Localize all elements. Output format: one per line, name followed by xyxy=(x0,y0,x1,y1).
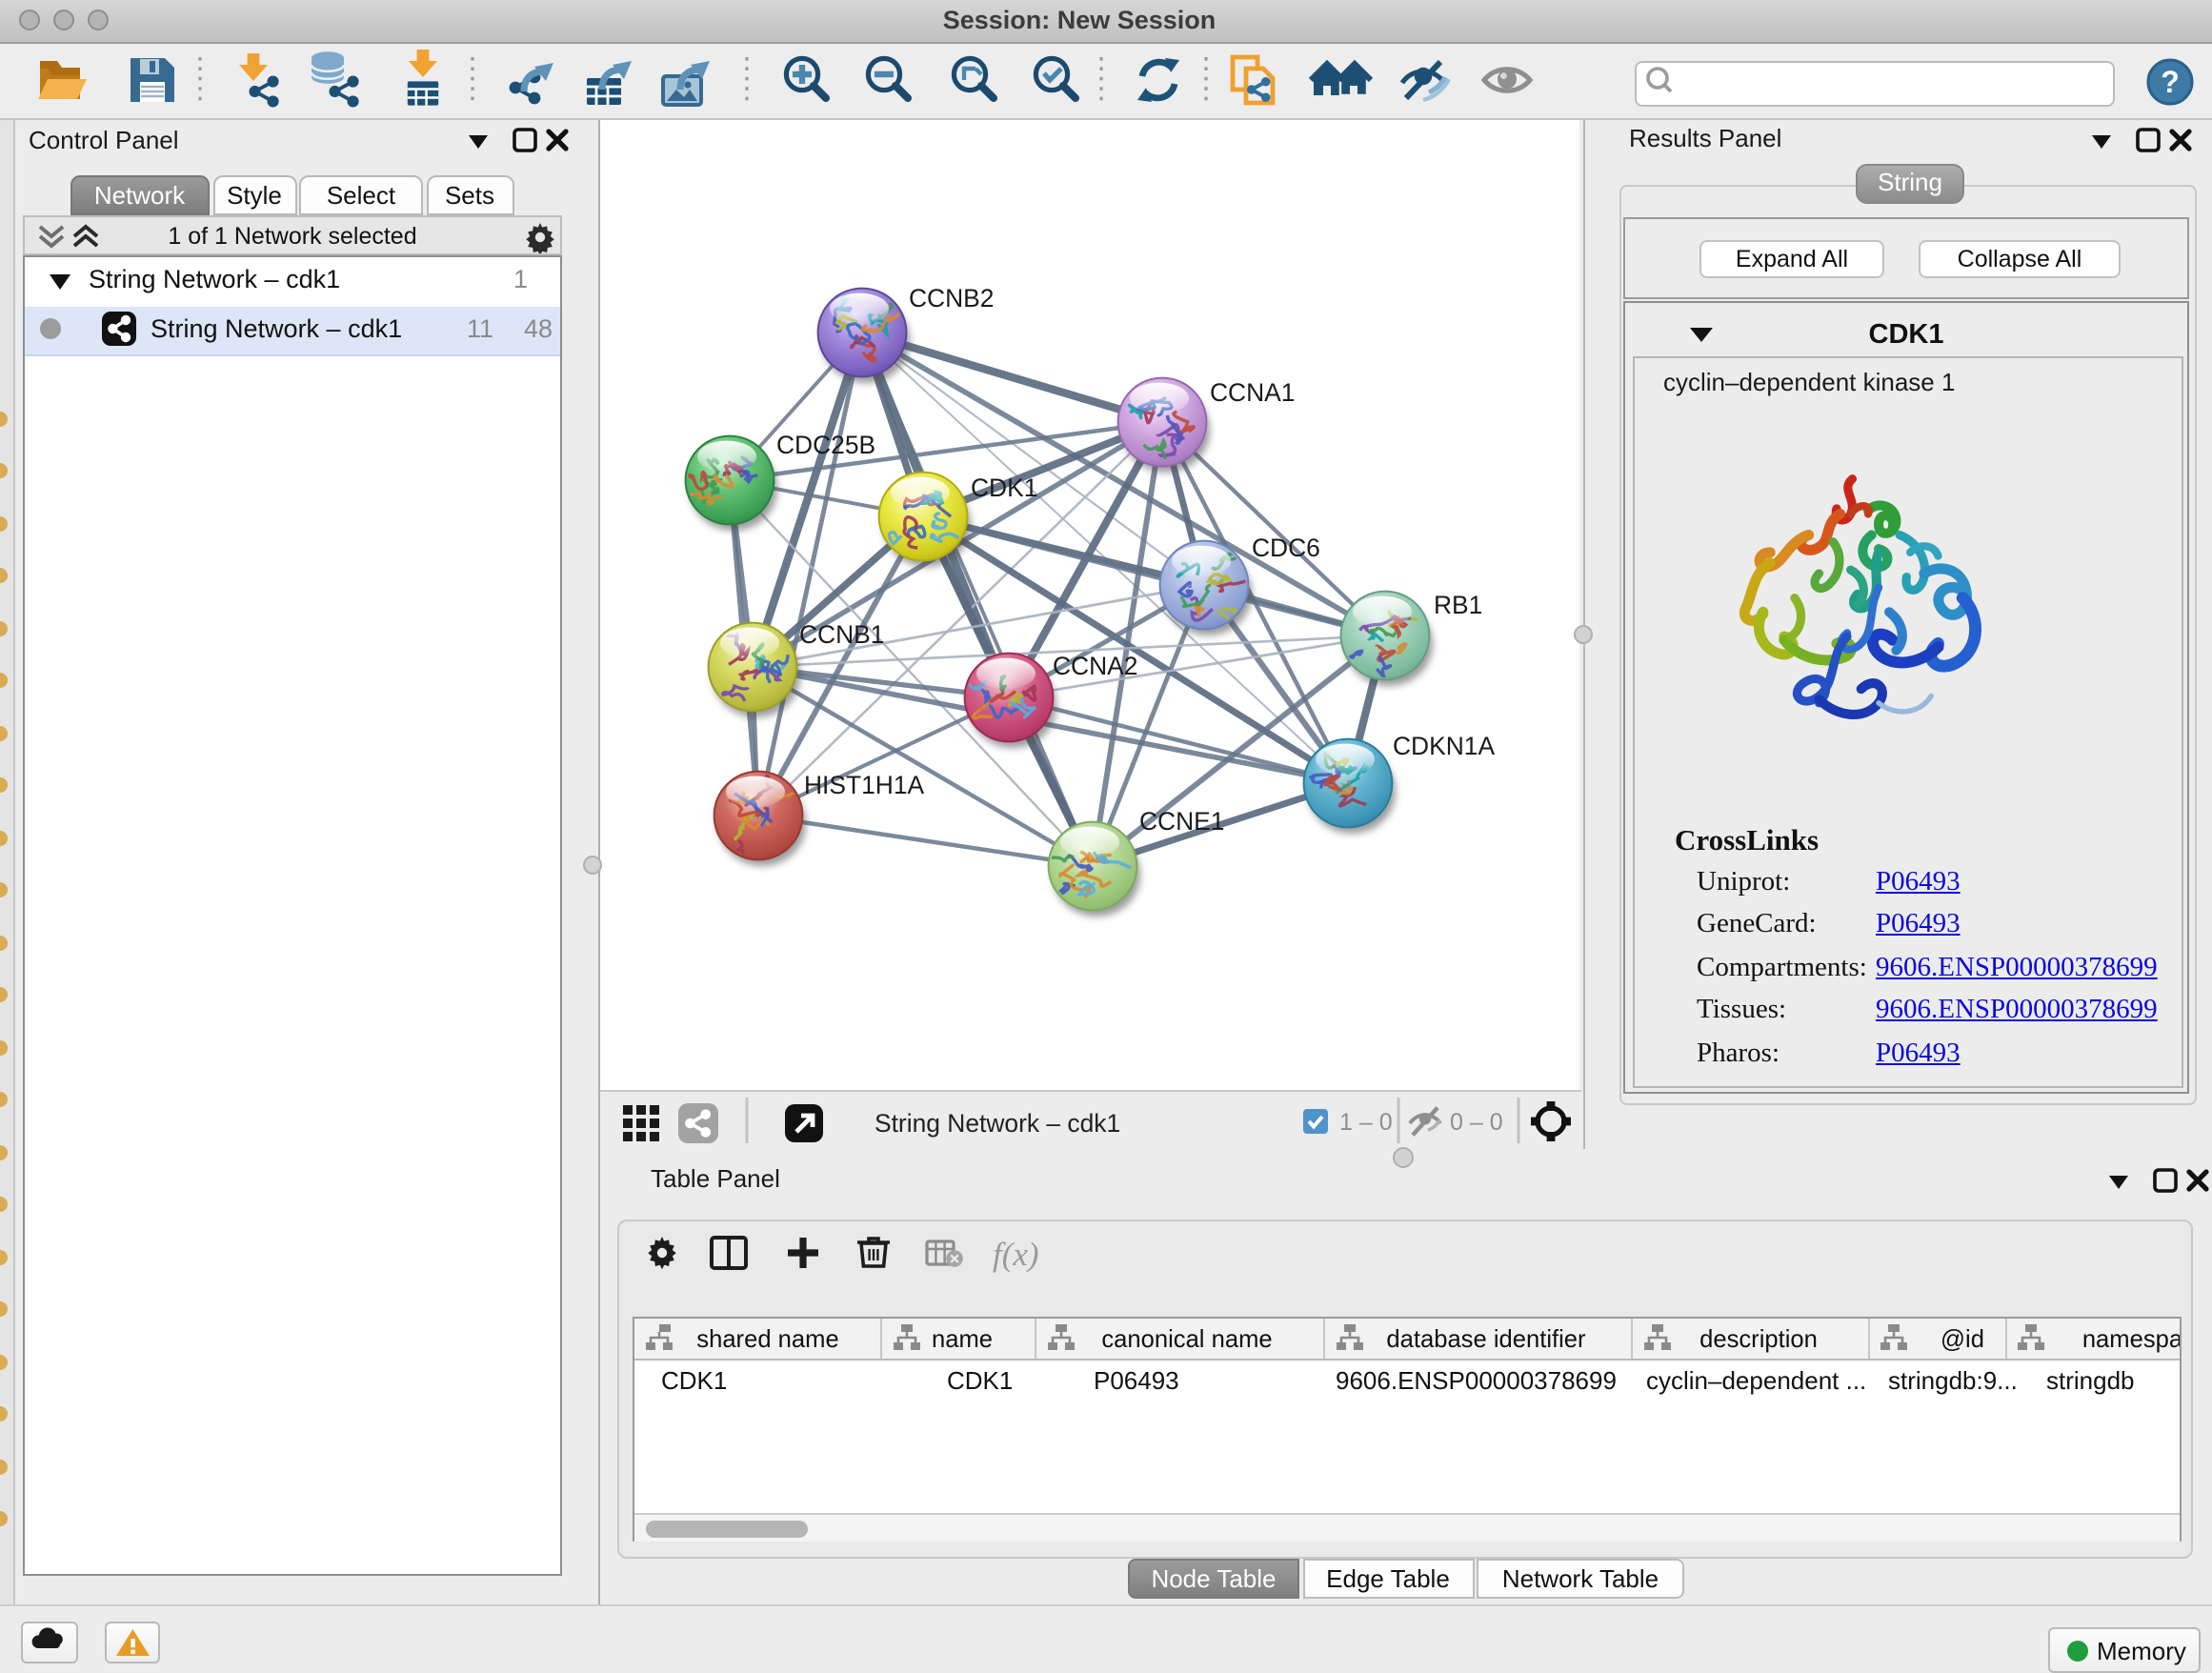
svg-text:namespace: namespace xyxy=(2082,1325,2180,1352)
svg-text:cyclin–dependent ...: cyclin–dependent ... xyxy=(1646,1365,1866,1394)
svg-text:shared name: shared name xyxy=(696,1325,838,1352)
svg-text:CDKN1A: CDKN1A xyxy=(1393,732,1495,760)
svg-text:CCNB1: CCNB1 xyxy=(799,620,884,649)
svg-text:CCNB2: CCNB2 xyxy=(909,284,994,312)
svg-text:canonical name: canonical name xyxy=(1101,1325,1272,1352)
svg-text:@id: @id xyxy=(1941,1325,1984,1352)
svg-text:CDK1: CDK1 xyxy=(947,1365,1013,1394)
svg-text:String Network – cdk1: String Network – cdk1 xyxy=(875,1109,1120,1138)
svg-text:CCNE1: CCNE1 xyxy=(1139,807,1224,836)
svg-text:name: name xyxy=(932,1325,993,1352)
svg-text:P06493: P06493 xyxy=(1094,1365,1179,1394)
svg-text:CCNA1: CCNA1 xyxy=(1210,378,1295,407)
svg-text:CDK1: CDK1 xyxy=(971,474,1037,502)
svg-text:description: description xyxy=(1699,1325,1818,1352)
svg-text:CDC6: CDC6 xyxy=(1252,534,1320,562)
svg-text:RB1: RB1 xyxy=(1434,591,1482,619)
svg-text:1 – 0: 1 – 0 xyxy=(1339,1109,1393,1136)
svg-text:HIST1H1A: HIST1H1A xyxy=(804,771,925,799)
svg-text:0 – 0: 0 – 0 xyxy=(1450,1109,1503,1136)
svg-text:CDC25B: CDC25B xyxy=(776,431,875,459)
svg-text:stringdb:9...: stringdb:9... xyxy=(1888,1365,2018,1394)
svg-text:CCNA2: CCNA2 xyxy=(1053,652,1137,680)
svg-text:database identifier: database identifier xyxy=(1386,1325,1586,1352)
svg-text:f(x): f(x) xyxy=(993,1236,1039,1273)
svg-text:CDK1: CDK1 xyxy=(661,1365,727,1394)
svg-text:9606.ENSP00000378699: 9606.ENSP00000378699 xyxy=(1336,1365,1617,1394)
svg-text:stringdb: stringdb xyxy=(2046,1365,2135,1394)
svg-text:?: ? xyxy=(2161,65,2180,99)
